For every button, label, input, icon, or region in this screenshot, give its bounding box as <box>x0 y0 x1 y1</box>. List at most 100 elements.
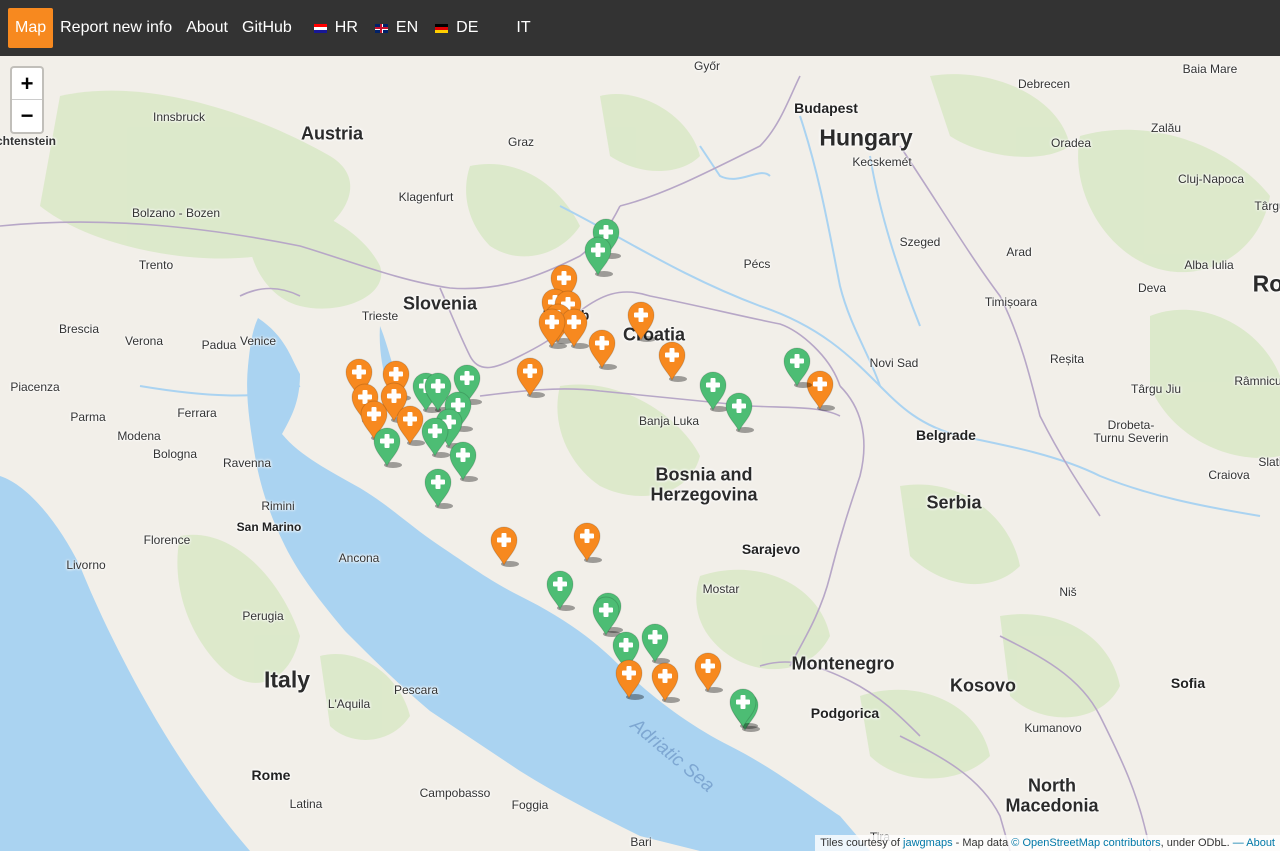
label-klagenfurt: Klagenfurt <box>398 190 454 204</box>
label-italy: Italy <box>263 666 311 693</box>
map-marker-green[interactable] <box>422 466 454 509</box>
map-marker-green[interactable] <box>781 345 813 388</box>
lang-de-label: DE <box>456 19 479 36</box>
label-mostar: Mostar <box>702 582 740 596</box>
label-zalau: Zalău <box>1150 121 1182 135</box>
map-marker-orange[interactable] <box>656 339 688 382</box>
label-turnu-severin: Turnu Severin <box>1093 431 1169 445</box>
label-serbia: Serbia <box>926 492 982 513</box>
lang-de-link[interactable]: DE <box>428 8 485 48</box>
map-attribution: Tiles courtesy of jawgmaps - Map data © … <box>815 835 1280 851</box>
label-rimini: Rimini <box>261 499 295 513</box>
label-liechtenstein: chtenstein <box>0 134 57 148</box>
label-slatina: Slati <box>1258 455 1280 469</box>
label-ancona: Ancona <box>338 551 380 565</box>
label-trieste: Trieste <box>361 309 399 323</box>
label-perugia: Perugia <box>242 609 284 623</box>
label-oradea: Oradea <box>1050 136 1092 150</box>
germany-flag-icon <box>435 23 449 33</box>
label-banja-luka: Banja Luka <box>638 414 700 428</box>
label-trento: Trento <box>138 258 174 272</box>
label-piacenza: Piacenza <box>10 380 60 394</box>
label-modena: Modena <box>117 429 161 443</box>
lang-en-link[interactable]: EN <box>368 8 425 48</box>
label-pescara: Pescara <box>393 683 439 697</box>
label-kecskemet: Kecskemét <box>852 155 912 169</box>
label-sofia: Sofia <box>1170 675 1206 691</box>
label-padua: Padua <box>201 338 237 352</box>
label-timisoara: Timișoara <box>984 295 1038 309</box>
label-nis: Niš <box>1059 585 1077 599</box>
label-north: North <box>1028 775 1076 796</box>
map-marker-green[interactable] <box>371 425 403 468</box>
label-rome: Rome <box>251 767 291 783</box>
nav-github-link[interactable]: GitHub <box>235 8 299 48</box>
label-verona: Verona <box>124 334 164 348</box>
about-link[interactable]: — About <box>1233 837 1275 849</box>
label-ferrara: Ferrara <box>177 406 217 420</box>
label-ramnicu: Râmnicu <box>1234 374 1280 388</box>
label-debrecen: Debrecen <box>1017 77 1071 91</box>
label-innsbruck: Innsbruck <box>152 110 206 124</box>
lang-hr-link[interactable]: HR <box>307 8 365 48</box>
label-pecs: Pécs <box>743 257 771 271</box>
map-marker-orange[interactable] <box>613 657 645 700</box>
label-podgorica: Podgorica <box>810 705 880 721</box>
map-marker-orange[interactable] <box>571 520 603 563</box>
label-san-marino: San Marino <box>236 520 302 534</box>
map-marker-green[interactable] <box>544 568 576 611</box>
nav-report-link[interactable]: Report new info <box>53 8 179 48</box>
label-ro: Ro <box>1252 270 1280 297</box>
nav-about-link[interactable]: About <box>179 8 235 48</box>
label-budapest: Budapest <box>794 100 858 116</box>
label-alba-iulia: Alba Iulia <box>1184 258 1234 272</box>
label-graz: Graz <box>507 135 535 149</box>
map-marker-orange[interactable] <box>536 306 568 349</box>
attribution-prefix: Tiles courtesy of <box>820 837 900 849</box>
label-gyor: Győr <box>693 59 721 73</box>
label-livorno: Livorno <box>66 558 106 572</box>
map-marker-orange[interactable] <box>514 355 546 398</box>
croatia-flag-icon <box>313 23 327 33</box>
label-bosnia: Bosnia and <box>655 464 753 485</box>
navbar: Map Report new info About GitHub HR EN D… <box>0 0 1280 56</box>
map-marker-orange[interactable] <box>625 299 657 342</box>
label-szeged: Szeged <box>899 235 941 249</box>
label-novi-sad: Novi Sad <box>869 356 919 370</box>
label-resita: Reșita <box>1049 352 1085 366</box>
map-marker-green[interactable] <box>727 686 759 729</box>
label-slovenia: Slovenia <box>402 293 478 314</box>
attribution-suffix: , under ODbL. <box>1160 837 1230 849</box>
zoom-control: + − <box>10 66 44 134</box>
zoom-in-button[interactable]: + <box>12 68 42 100</box>
jawgmaps-link[interactable]: jawgmaps <box>903 837 953 849</box>
label-kumanovo: Kumanovo <box>1024 721 1082 735</box>
nav-map-link[interactable]: Map <box>8 8 54 48</box>
label-kosovo: Kosovo <box>949 675 1017 696</box>
label-cluj: Cluj-Napoca <box>1177 172 1245 186</box>
zoom-out-button[interactable]: − <box>12 100 42 132</box>
map-marker-orange[interactable] <box>692 650 724 693</box>
lang-it-link[interactable]: IT <box>488 8 537 48</box>
label-bolzano: Bolzano - Bozen <box>131 206 221 220</box>
map-marker-orange[interactable] <box>586 327 618 370</box>
label-latina: Latina <box>289 797 323 811</box>
attribution-mid: - Map data <box>955 837 1009 849</box>
map-marker-green[interactable] <box>582 234 614 277</box>
map-marker-orange[interactable] <box>488 524 520 567</box>
label-florence: Florence <box>143 533 191 547</box>
label-baia-mare: Baia Mare <box>1182 62 1238 76</box>
label-brescia: Brescia <box>58 322 100 336</box>
label-parma: Parma <box>70 410 106 424</box>
map-marker-green[interactable] <box>723 390 755 433</box>
label-targu-jiu: Târgu Jiu <box>1130 382 1182 396</box>
label-targu: Târgu <box>1254 199 1280 213</box>
label-montenegro: Montenegro <box>791 653 895 674</box>
lang-it-label: IT <box>516 19 531 36</box>
map-view[interactable]: Austria Hungary Slovenia Croatia Bosnia … <box>0 56 1280 851</box>
label-foggia: Foggia <box>511 798 549 812</box>
osm-link[interactable]: © OpenStreetMap contributors <box>1011 837 1160 849</box>
label-bologna: Bologna <box>152 447 198 461</box>
label-ravenna: Ravenna <box>222 456 272 470</box>
map-marker-orange[interactable] <box>649 660 681 703</box>
